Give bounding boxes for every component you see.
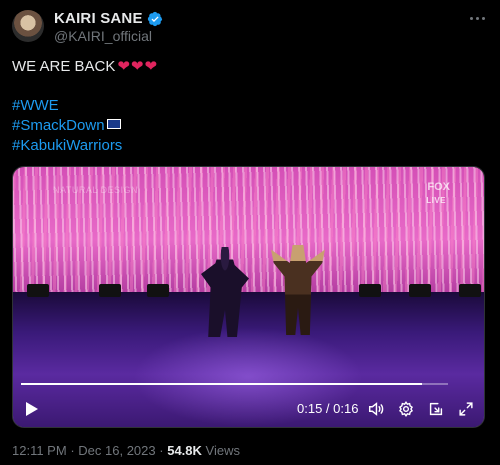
author-name-row: KAIRI SANE xyxy=(54,10,163,27)
author-display-name[interactable]: KAIRI SANE xyxy=(54,10,143,27)
meta-separator: · xyxy=(159,443,164,458)
hashtag-wwe[interactable]: #WWE xyxy=(12,96,122,116)
volume-icon[interactable] xyxy=(367,400,385,418)
stage-speaker xyxy=(147,284,169,297)
verified-badge-icon xyxy=(147,11,162,26)
dot-icon xyxy=(469,16,473,20)
video-controls: 0:15 / 0:16 xyxy=(13,395,484,423)
tweet-date[interactable]: Dec 16, 2023 xyxy=(78,443,155,458)
tweet-text-body: WE ARE BACK xyxy=(12,58,116,75)
red-heart-emoji-icons: ❤❤❤ xyxy=(117,58,159,75)
views-label: Views xyxy=(205,443,240,458)
hashtag-smackdown-label: #SmackDown xyxy=(12,117,105,134)
meta-separator: · xyxy=(70,443,75,458)
stage-speaker xyxy=(27,284,49,297)
author-avatar[interactable] xyxy=(12,10,44,42)
stage-speaker xyxy=(359,284,381,297)
video-progress-bar[interactable] xyxy=(21,383,448,385)
fullscreen-icon[interactable] xyxy=(457,400,475,418)
hashtag-list: #WWE #SmackDown #KabukiWarriors xyxy=(12,96,122,156)
tweet-text: WE ARE BACK ❤❤❤ xyxy=(12,57,158,77)
dot-icon xyxy=(481,16,485,20)
live-label: LIVE xyxy=(426,196,446,205)
author-handle[interactable]: @KAIRI_official xyxy=(54,28,152,44)
video-time-display: 0:15 / 0:16 xyxy=(297,401,359,416)
video-player[interactable]: NATURAL DESIGN FOX LIVE 0:15 / 0:16 xyxy=(12,166,485,428)
stage-speaker xyxy=(99,284,121,297)
tweet-meta: 12:11 PM · Dec 16, 2023 · 54.8K Views xyxy=(12,443,240,458)
more-options-button[interactable] xyxy=(466,9,488,27)
network-logo: FOX xyxy=(427,181,450,193)
settings-gear-icon[interactable] xyxy=(397,400,415,418)
play-icon[interactable] xyxy=(25,401,39,417)
hashtag-kabukiwarriors[interactable]: #KabukiWarriors xyxy=(12,136,122,156)
smackdown-logo-icon xyxy=(106,119,121,130)
picture-in-picture-icon[interactable] xyxy=(427,400,445,418)
video-progress-fill xyxy=(21,383,423,385)
tweet-time[interactable]: 12:11 PM xyxy=(12,443,67,458)
stage-speaker xyxy=(459,284,481,297)
dot-icon xyxy=(475,16,479,20)
stage-speaker xyxy=(409,284,431,297)
video-watermark: NATURAL DESIGN xyxy=(53,185,139,195)
views-count: 54.8K xyxy=(167,443,202,458)
hashtag-smackdown[interactable]: #SmackDown xyxy=(12,116,122,136)
